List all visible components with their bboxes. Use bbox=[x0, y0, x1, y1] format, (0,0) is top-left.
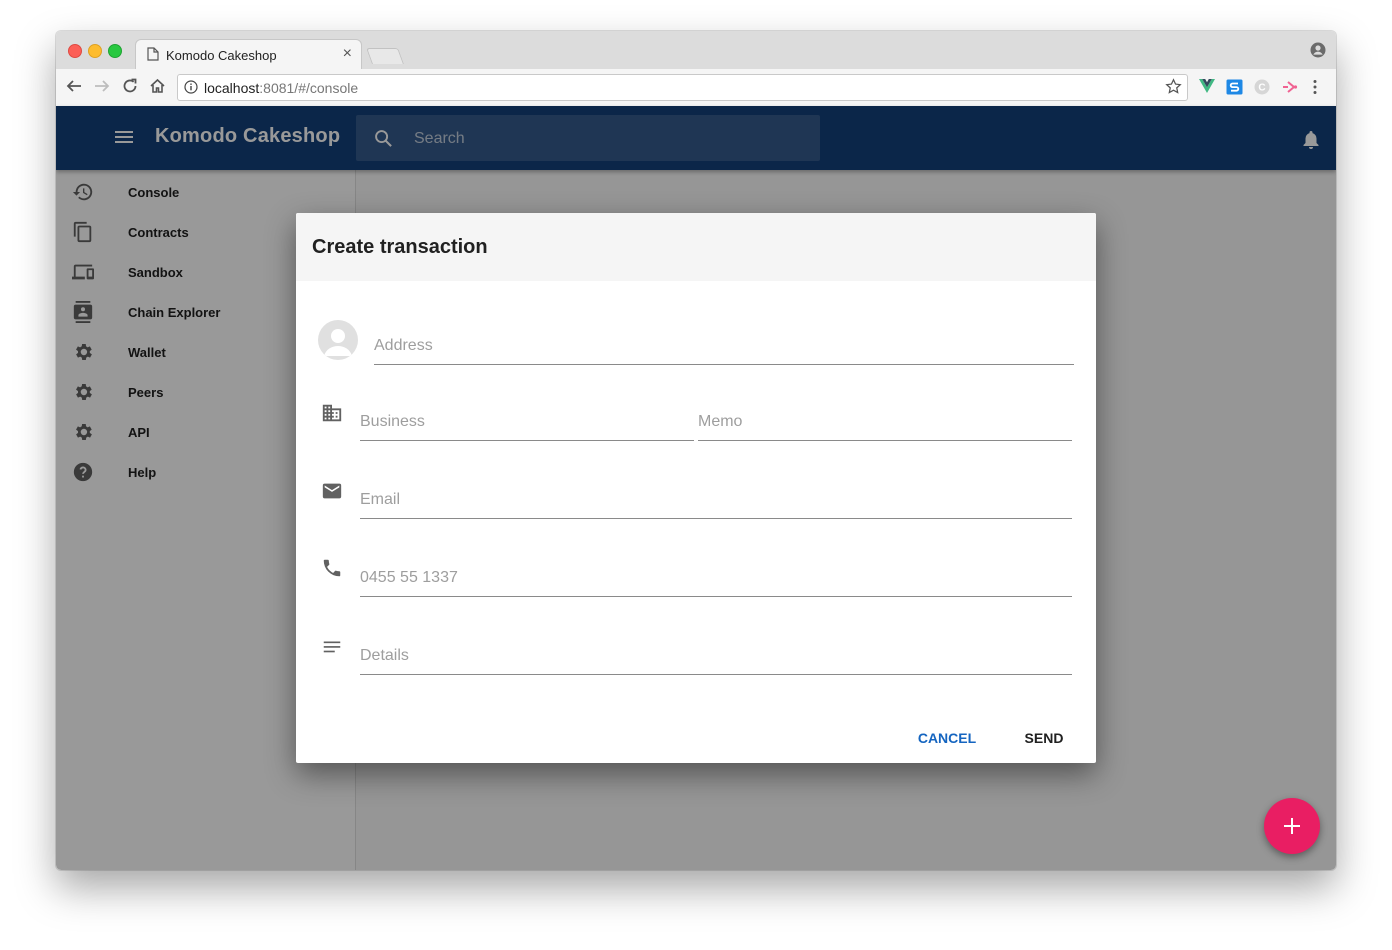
vue-devtools-icon[interactable] bbox=[1199, 79, 1215, 99]
details-lines-icon bbox=[321, 636, 343, 663]
back-arrow-icon[interactable] bbox=[66, 78, 82, 99]
url-path: :8081/#/console bbox=[259, 80, 359, 96]
dialog-title: Create transaction bbox=[312, 236, 488, 258]
phone-icon bbox=[321, 557, 343, 584]
email-input[interactable] bbox=[360, 489, 1072, 511]
browser-window: Komodo Cakeshop × localhost:8081/#/conso… bbox=[56, 31, 1336, 870]
business-input[interactable] bbox=[360, 411, 694, 433]
business-building-icon bbox=[321, 402, 343, 429]
browser-tab[interactable]: Komodo Cakeshop × bbox=[136, 40, 361, 69]
create-transaction-dialog: Create transaction Address Business Memo… bbox=[296, 213, 1096, 763]
plus-icon bbox=[1281, 815, 1303, 842]
extension-arrow-icon[interactable] bbox=[1282, 79, 1298, 100]
minimize-window-button[interactable] bbox=[88, 44, 102, 58]
address-field[interactable] bbox=[374, 319, 1074, 365]
extension-c-icon[interactable]: C bbox=[1254, 79, 1270, 100]
info-icon[interactable] bbox=[184, 80, 198, 99]
cancel-button[interactable]: CANCEL bbox=[914, 723, 980, 753]
memo-input[interactable] bbox=[698, 411, 1072, 433]
business-field[interactable] bbox=[360, 397, 694, 441]
close-tab-icon[interactable]: × bbox=[343, 45, 352, 63]
svg-text:C: C bbox=[1258, 83, 1265, 94]
tab-title: Komodo Cakeshop bbox=[166, 48, 277, 63]
maximize-window-button[interactable] bbox=[108, 44, 122, 58]
home-icon[interactable] bbox=[149, 78, 166, 99]
email-envelope-icon bbox=[321, 480, 343, 507]
profile-icon[interactable] bbox=[1310, 42, 1326, 63]
browser-toolbar: localhost:8081/#/console C bbox=[56, 69, 1336, 107]
memo-field[interactable] bbox=[698, 397, 1072, 441]
url-text[interactable]: localhost:8081/#/console bbox=[204, 80, 358, 96]
avatar bbox=[318, 320, 358, 360]
extension-s-icon[interactable] bbox=[1226, 79, 1243, 100]
send-button[interactable]: SEND bbox=[1016, 723, 1072, 753]
dialog-header: Create transaction bbox=[296, 213, 1096, 281]
details-field[interactable] bbox=[360, 631, 1072, 675]
add-fab-button[interactable] bbox=[1264, 798, 1320, 854]
phone-input[interactable] bbox=[360, 567, 1072, 589]
close-window-button[interactable] bbox=[68, 44, 82, 58]
new-tab-button[interactable] bbox=[366, 48, 404, 64]
bookmark-star-icon[interactable] bbox=[1165, 78, 1182, 100]
details-input[interactable] bbox=[360, 645, 1072, 667]
document-icon bbox=[147, 47, 159, 66]
phone-field[interactable] bbox=[360, 553, 1072, 597]
email-field[interactable] bbox=[360, 475, 1072, 519]
forward-arrow-icon[interactable] bbox=[94, 78, 110, 99]
address-input[interactable] bbox=[374, 335, 1074, 357]
tab-strip: Komodo Cakeshop × bbox=[56, 31, 1336, 69]
address-bar[interactable]: localhost:8081/#/console bbox=[177, 74, 1188, 101]
reload-icon[interactable] bbox=[122, 78, 138, 99]
url-host: localhost bbox=[204, 80, 260, 96]
browser-menu-icon[interactable] bbox=[1312, 79, 1318, 100]
